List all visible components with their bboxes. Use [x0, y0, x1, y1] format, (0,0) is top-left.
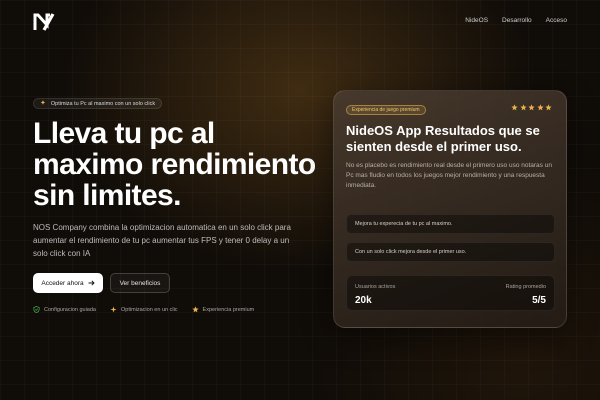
feature-item: Optimizacion en un clic [110, 306, 178, 313]
average-rating-label: Rating promedio [505, 284, 546, 290]
top-nav: NideOS Desarrollo Acceso [465, 17, 567, 24]
star-icon [511, 104, 518, 111]
arrow-right-icon [88, 280, 95, 286]
access-now-label: Acceder ahora [41, 279, 84, 287]
feature-item: Configuracion guiada [33, 306, 96, 313]
shield-check-icon [33, 306, 40, 313]
nav-link-desarrollo[interactable]: Desarrollo [502, 17, 532, 24]
nav-link-nideos[interactable]: NideOS [465, 17, 488, 24]
feature-label: Experiencia premium [202, 306, 255, 313]
average-rating-value: 5/5 [532, 295, 546, 306]
star-icon [528, 104, 535, 111]
view-benefits-button[interactable]: Ver beneficios [110, 273, 170, 293]
stats-panel: Usuarios activos 20k Rating promedio 5/5 [346, 275, 555, 311]
feature-label: Configuracion guiada [44, 306, 96, 313]
hero-badge: ✦ Optimiza tu Pc al maximo con un solo c… [33, 98, 163, 109]
card-title: NideOS App Resultados que se sienten des… [346, 123, 540, 154]
feature-list: Configuracion guiada Optimizacion en un … [33, 306, 254, 313]
star-icon [519, 104, 527, 111]
active-users-value: 20k [355, 295, 372, 306]
star-icon [536, 104, 544, 111]
nav-link-acceso[interactable]: Acceso [546, 17, 567, 24]
star-icon [545, 104, 552, 111]
hero-description: NOS Company combina la optimizacion auto… [33, 223, 291, 258]
hero-badge-label: Optimiza tu Pc al maximo con un solo cli… [50, 100, 156, 107]
benefit-row: Con un solo click mejora desde el primer… [346, 242, 555, 262]
card-description: No es placebo es rendimiento real desde … [346, 162, 552, 189]
sparkle-icon [110, 306, 117, 313]
star-icon [191, 306, 199, 313]
feature-label: Optimizacion en un clic [120, 306, 178, 313]
card-badge: Experiencia de juego premium [346, 105, 426, 115]
rating-stars [511, 104, 552, 111]
benefit-row: Mejora tu experecia de tu pc al maximo. [346, 214, 555, 234]
logo-icon[interactable] [33, 12, 55, 32]
hero-title: Lleva tu pc al maximo rendimiento sin li… [33, 117, 316, 212]
feature-item: Experiencia premium [191, 306, 255, 313]
sparkle-icon: ✦ [40, 100, 46, 107]
results-card: Experiencia de juego premium NideOS App … [333, 90, 567, 328]
active-users-label: Usuarios activos [355, 284, 396, 290]
access-now-button[interactable]: Acceder ahora [33, 273, 103, 293]
